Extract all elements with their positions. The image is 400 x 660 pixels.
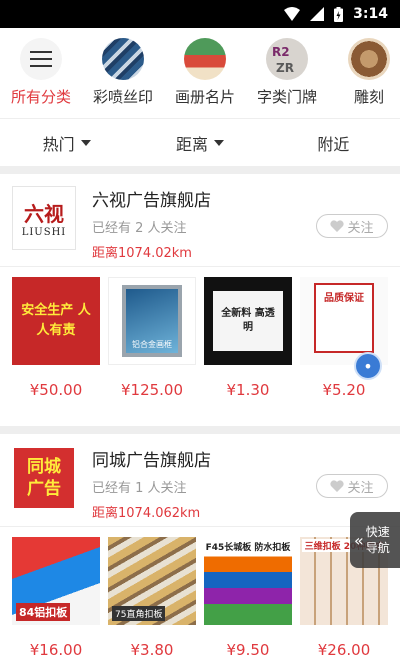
category-label: 彩喷丝印	[92, 88, 153, 106]
product-image-text: 全新料 高透明	[221, 308, 275, 333]
shop-distance: 距离1074.062km	[92, 506, 201, 521]
product-item[interactable]: 75直角扣板 ¥3.80	[108, 537, 196, 660]
carving-thumb	[348, 38, 390, 80]
product-row: 84铝扣板 ¥16.00 75直角扣板 ¥3.80 F45长城板 防水扣板 ¥9…	[12, 527, 388, 660]
product-price: ¥125.00	[120, 381, 184, 399]
category-spray-print[interactable]: 彩喷丝印	[82, 38, 164, 107]
quick-nav-line2: 导航	[365, 541, 390, 555]
floating-assist-button[interactable]: •	[354, 352, 382, 380]
filter-nearby[interactable]: 附近	[267, 119, 400, 166]
product-price: ¥9.50	[226, 641, 270, 659]
product-price: ¥16.00	[29, 641, 83, 659]
spray-print-thumb	[102, 38, 144, 80]
heart-icon	[330, 220, 345, 232]
product-image: 铝合金画框	[108, 277, 196, 365]
product-item[interactable]: 铝合金画框 ¥125.00	[108, 277, 196, 403]
product-price: ¥3.80	[130, 641, 174, 659]
caret-down-icon	[214, 139, 224, 146]
category-label: 所有分类	[10, 88, 71, 106]
caret-down-icon	[80, 139, 91, 146]
status-bar: 3:14	[0, 0, 400, 28]
follow-button[interactable]: 关注	[316, 214, 388, 238]
product-image: 安全生产 人人有责	[12, 277, 100, 365]
section-gap	[0, 166, 400, 174]
product-image-text: 84铝扣板	[16, 603, 71, 621]
battery-icon	[334, 6, 344, 22]
product-image-text: 品质保证	[324, 293, 364, 304]
product-image: 品质保证	[300, 277, 388, 365]
shop-logo-sub: LIUSHI	[21, 227, 67, 238]
double-chevron-left-icon: «	[354, 530, 364, 550]
category-brochure[interactable]: 画册名片	[164, 38, 246, 107]
filter-label: 距离	[175, 134, 208, 154]
shop-name[interactable]: 六视广告旗舰店	[92, 186, 388, 211]
section-gap	[0, 426, 400, 434]
product-image-text: F45长城板 防水扣板	[205, 543, 291, 553]
svg-text:ZR: ZR	[276, 61, 294, 75]
product-price: ¥50.00	[29, 381, 83, 399]
brochure-thumb	[184, 38, 226, 80]
product-item[interactable]: 安全生产 人人有责 ¥50.00	[12, 277, 100, 403]
category-label: 画册名片	[174, 88, 235, 106]
svg-text:R2: R2	[272, 45, 290, 59]
product-item[interactable]: F45长城板 防水扣板 ¥9.50	[204, 537, 292, 660]
shop-name[interactable]: 同城广告旗舰店	[92, 446, 388, 471]
shop-card[interactable]: 六视 LIUSHI 六视广告旗舰店 已经有 2 人关注 距离1074.02km …	[0, 174, 400, 426]
shop-logo: 同城广告	[12, 446, 76, 510]
filter-label: 附近	[317, 134, 350, 154]
product-image-text: 铝合金画框	[132, 340, 172, 349]
status-time: 3:14	[353, 6, 388, 22]
product-price: ¥5.20	[322, 381, 366, 399]
quick-nav-line1: 快速	[365, 525, 390, 539]
shop-distance: 距离1074.02km	[92, 246, 192, 261]
category-carving[interactable]: 雕刻	[328, 38, 400, 107]
category-label: 雕刻	[353, 88, 384, 106]
category-all[interactable]: 所有分类	[0, 38, 82, 107]
category-strip[interactable]: 所有分类 彩喷丝印 画册名片 R2 ZR 字类门牌 雕刻	[0, 28, 400, 118]
product-row: 安全生产 人人有责 ¥50.00 铝合金画框 ¥125.00 全新料 高透明 ¥…	[12, 267, 388, 403]
product-price: ¥26.00	[317, 641, 371, 659]
product-image-text: 安全生产 人人有责	[21, 303, 91, 338]
product-item[interactable]: 全新料 高透明 ¥1.30	[204, 277, 292, 403]
product-image: F45长城板 防水扣板	[204, 537, 292, 625]
product-image: 全新料 高透明	[204, 277, 292, 365]
signal-icon	[310, 7, 325, 21]
doorplate-thumb: R2 ZR	[266, 38, 308, 80]
plus-icon: •	[363, 356, 373, 376]
product-item[interactable]: 品质保证 ¥5.20	[300, 277, 388, 403]
filter-distance[interactable]: 距离	[133, 119, 266, 166]
follow-label: 关注	[347, 480, 374, 496]
filter-hot[interactable]: 热门	[0, 119, 133, 166]
product-item[interactable]: 84铝扣板 ¥16.00	[12, 537, 100, 660]
filter-label: 热门	[42, 134, 75, 154]
product-image: 75直角扣板	[108, 537, 196, 625]
product-image: 84铝扣板	[12, 537, 100, 625]
product-image-text: 75直角扣板	[112, 606, 166, 621]
category-doorplate[interactable]: R2 ZR 字类门牌	[246, 38, 328, 107]
filter-bar: 热门 距离 附近	[0, 118, 400, 166]
heart-icon	[330, 480, 345, 492]
menu-icon	[20, 38, 62, 80]
shop-card[interactable]: 同城广告 同城广告旗舰店 已经有 1 人关注 距离1074.062km 关注 8…	[0, 434, 400, 660]
shop-logo-text: 同城广告	[27, 457, 61, 499]
shop-logo: 六视 LIUSHI	[12, 186, 76, 250]
wifi-icon	[284, 7, 301, 21]
product-price: ¥1.30	[226, 381, 270, 399]
quick-nav-button[interactable]: « 快速 导航	[350, 512, 400, 568]
follow-label: 关注	[347, 220, 374, 236]
shop-logo-text: 六视	[24, 202, 64, 226]
category-label: 字类门牌	[256, 88, 317, 106]
follow-button[interactable]: 关注	[316, 474, 388, 498]
